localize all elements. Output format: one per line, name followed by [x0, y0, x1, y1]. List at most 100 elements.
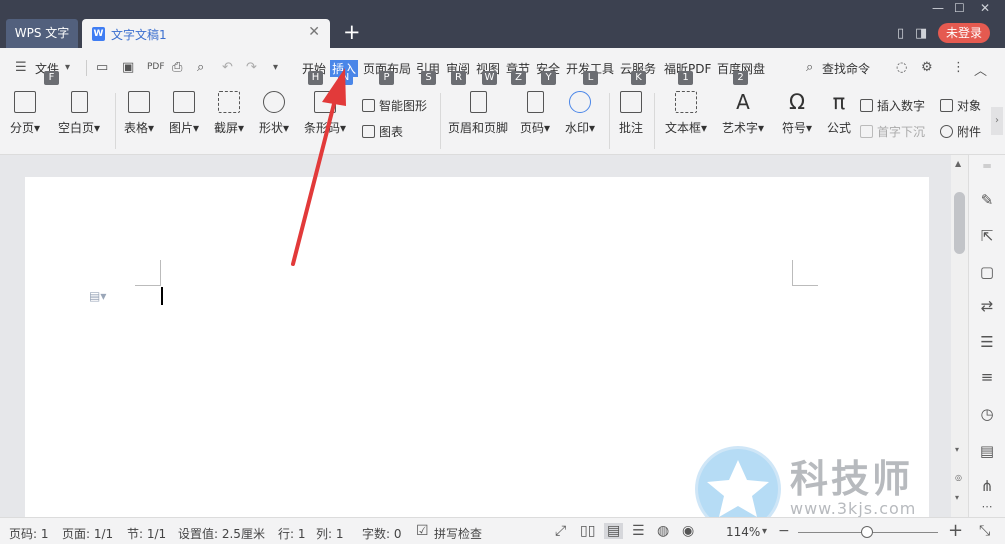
- comment-button[interactable]: 批注: [619, 91, 643, 136]
- tablet-mode-icon[interactable]: ▯: [897, 26, 904, 41]
- share-icon[interactable]: ⋔: [978, 477, 996, 495]
- table-button[interactable]: 表格▾: [124, 91, 154, 136]
- watermark-text: 科技师: [790, 457, 914, 501]
- find-command[interactable]: 查找命令: [822, 60, 870, 77]
- more-icon[interactable]: ⋮: [952, 60, 965, 75]
- scroll-up-page-icon[interactable]: ▾: [955, 445, 959, 454]
- web-view-icon[interactable]: ◍: [657, 523, 669, 539]
- status-page-number[interactable]: 页码: 1: [9, 525, 49, 542]
- watermark-url: www.3kjs.com: [790, 499, 917, 518]
- close-tab-icon[interactable]: ✕: [308, 24, 320, 40]
- zoom-level[interactable]: 114%: [726, 525, 760, 539]
- scroll-down-page-icon[interactable]: ▾: [955, 493, 959, 502]
- search-icon[interactable]: ⌕: [806, 60, 813, 75]
- key-hint-references: S: [421, 71, 436, 85]
- select-cursor-icon[interactable]: ⇱: [978, 227, 996, 245]
- save-icon[interactable]: ▣: [122, 60, 134, 75]
- open-folder-icon[interactable]: ▭: [96, 60, 108, 75]
- status-word-count[interactable]: 字数: 0: [362, 525, 402, 542]
- key-hint-security: Y: [541, 71, 556, 85]
- chat-icon[interactable]: ◌: [896, 60, 907, 75]
- menu-bar: ☰ 文件 ▾ F ▭ ▣ PDF ⎙ ⌕ ↶ ↷ ▾ 开始 H 插入 N 页面布…: [0, 48, 1005, 87]
- title-bar: WPS 文字 W 文字文稿1 ✕ + — ☐ ✕ ▯ ◨ 未登录: [0, 0, 1005, 48]
- window-close-icon[interactable]: ✕: [980, 1, 990, 15]
- page-number-button[interactable]: 页码▾: [520, 91, 550, 136]
- zoom-dropdown-icon[interactable]: ▾: [762, 526, 767, 537]
- picture-button[interactable]: 图片▾: [169, 91, 199, 136]
- scroll-up-icon[interactable]: ▲: [955, 159, 961, 168]
- zoom-slider-knob[interactable]: [860, 526, 873, 538]
- status-setting-value[interactable]: 设置值: 2.5厘米: [178, 525, 265, 542]
- drop-cap-button[interactable]: 首字下沉: [860, 123, 925, 140]
- zoom-out-icon[interactable]: −: [778, 523, 790, 539]
- status-row[interactable]: 行: 1: [278, 525, 306, 542]
- scrollbar-thumb[interactable]: [954, 192, 965, 254]
- ribbon-scroll-right-icon[interactable]: ›: [991, 107, 1003, 135]
- pdf-export-icon[interactable]: PDF: [147, 62, 165, 72]
- attachment-button[interactable]: 附件: [940, 123, 981, 140]
- page-break-button[interactable]: 分页▾: [10, 91, 40, 136]
- chevron-down-icon[interactable]: ▾: [65, 62, 70, 73]
- blank-page-label: 空白页▾: [58, 121, 101, 135]
- gear-icon[interactable]: ⚙: [921, 60, 933, 75]
- settings-sliders-icon[interactable]: ≡: [978, 368, 996, 386]
- undo-icon[interactable]: ↶: [222, 60, 233, 75]
- formula-button[interactable]: π 公式: [827, 91, 851, 136]
- status-section[interactable]: 节: 1/1: [127, 525, 166, 542]
- print-preview-icon[interactable]: ⌕: [197, 60, 204, 75]
- symbol-label: 符号▾: [782, 121, 813, 135]
- vertical-scrollbar[interactable]: ▲ ▾ ◎ ▾: [951, 155, 968, 517]
- lock-icon[interactable]: ▢: [978, 263, 996, 281]
- translate-icon[interactable]: ⇄: [978, 297, 996, 315]
- blank-page-button[interactable]: 空白页▾: [58, 91, 100, 136]
- key-hint-file: F: [44, 71, 59, 85]
- barcode-button[interactable]: 条形码▾: [304, 91, 346, 136]
- table-label: 表格▾: [124, 121, 155, 135]
- more-tools-icon[interactable]: ⋯: [978, 500, 996, 513]
- text-box-button[interactable]: 文本框▾: [665, 91, 707, 136]
- document-icon[interactable]: ▤: [978, 442, 996, 460]
- redo-icon[interactable]: ↷: [246, 60, 257, 75]
- shape-button[interactable]: 形状▾: [259, 91, 289, 136]
- hamburger-menu-icon[interactable]: ☰: [15, 60, 27, 75]
- skin-icon[interactable]: ◨: [915, 26, 927, 41]
- status-pages[interactable]: 页面: 1/1: [62, 525, 113, 542]
- browse-object-icon[interactable]: ◎: [955, 473, 962, 482]
- header-footer-button[interactable]: 页眉和页脚: [448, 91, 508, 136]
- maximize-icon[interactable]: ☐: [954, 1, 965, 15]
- paragraph-handle-icon[interactable]: ▤▾: [89, 289, 106, 303]
- paperclip-icon: [940, 125, 953, 138]
- login-button[interactable]: 未登录: [938, 23, 990, 43]
- symbol-button[interactable]: Ω 符号▾: [782, 91, 812, 136]
- margin-corner-right: [792, 260, 818, 286]
- reading-mode-icon[interactable]: ▯▯: [580, 523, 595, 539]
- text-cursor: [161, 287, 163, 305]
- outline-view-icon[interactable]: ☰: [632, 523, 645, 539]
- zoom-in-icon[interactable]: +: [948, 520, 963, 541]
- history-icon[interactable]: ◷: [978, 405, 996, 423]
- status-column[interactable]: 列: 1: [316, 525, 344, 542]
- fullscreen-icon[interactable]: ⤢: [555, 523, 566, 539]
- insert-number-button[interactable]: 插入数字: [860, 97, 925, 114]
- collapse-ribbon-icon[interactable]: ︿: [974, 60, 987, 79]
- minimize-icon[interactable]: —: [932, 1, 944, 15]
- barcode-icon: [314, 91, 337, 113]
- page-view-icon[interactable]: ▤: [604, 523, 624, 539]
- fit-window-icon[interactable]: ⤡: [979, 523, 990, 539]
- chart-button[interactable]: 图表: [362, 123, 403, 140]
- eye-protection-icon[interactable]: ◉: [682, 523, 694, 539]
- pen-icon[interactable]: ✎: [978, 191, 996, 209]
- print-icon[interactable]: ⎙: [172, 60, 182, 75]
- picture-icon: [173, 91, 196, 113]
- word-art-button[interactable]: A 艺术字▾: [722, 91, 764, 136]
- outline-icon[interactable]: ☰: [978, 333, 996, 351]
- object-button[interactable]: 对象: [940, 97, 981, 114]
- smart-shape-button[interactable]: 智能图形: [362, 97, 427, 114]
- spell-check-button[interactable]: 拼写检查: [434, 525, 482, 542]
- new-tab-button[interactable]: +: [343, 20, 361, 44]
- app-tab[interactable]: WPS 文字: [6, 19, 78, 48]
- customize-toolbar-icon[interactable]: ▾: [273, 62, 278, 73]
- watermark-button[interactable]: 水印▾: [565, 91, 595, 136]
- screenshot-button[interactable]: 截屏▾: [214, 91, 244, 136]
- document-tab[interactable]: W 文字文稿1 ✕: [82, 19, 330, 48]
